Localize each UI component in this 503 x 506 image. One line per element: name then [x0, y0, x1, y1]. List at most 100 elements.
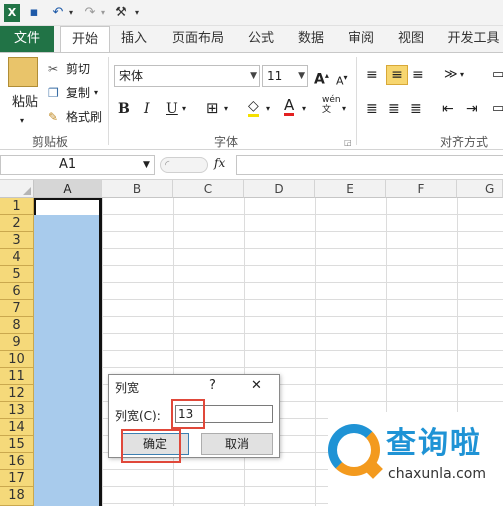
row-header[interactable]: 15: [0, 436, 34, 453]
column-header-a[interactable]: A: [34, 180, 102, 198]
copy-dropdown-icon[interactable]: ▾: [94, 83, 98, 103]
decrease-indent-icon[interactable]: ⇤: [442, 99, 454, 119]
tab-data[interactable]: 数据: [294, 26, 328, 52]
row-header[interactable]: 4: [0, 249, 34, 266]
row-header[interactable]: 8: [0, 317, 34, 334]
ok-highlight-box: [121, 429, 181, 463]
column-header-d[interactable]: D: [244, 180, 315, 198]
alignment-group-label: 对齐方式: [439, 135, 488, 149]
row-header[interactable]: 13: [0, 402, 34, 419]
ribbon-tabs: 文件 开始 插入 页面布局 公式 数据 审阅 视图 开发工具: [0, 26, 503, 53]
fill-color-icon[interactable]: ◇: [248, 98, 259, 117]
customize-qat-dropdown-icon[interactable]: ▾: [132, 4, 142, 22]
redo-dropdown-icon[interactable]: ▾: [98, 4, 108, 22]
underline-button[interactable]: U: [166, 99, 178, 119]
selected-column-a[interactable]: [34, 198, 102, 506]
format-painter-button[interactable]: 格式刷: [66, 107, 102, 127]
border-dropdown-icon[interactable]: ▾: [224, 99, 228, 119]
grow-font-icon[interactable]: A▴: [314, 66, 329, 90]
copy-icon: ❐: [48, 86, 59, 100]
align-middle-icon[interactable]: ≡: [386, 65, 408, 85]
fill-color-dropdown-icon[interactable]: ▾: [266, 99, 270, 119]
font-size-combo[interactable]: 11 ▼: [262, 65, 308, 87]
excel-logo-icon: X: [4, 4, 20, 22]
column-header-e[interactable]: E: [315, 180, 386, 198]
align-top-icon[interactable]: ≡: [366, 65, 378, 85]
underline-dropdown-icon[interactable]: ▾: [182, 99, 186, 119]
row-header[interactable]: 2: [0, 215, 34, 232]
row-header[interactable]: 16: [0, 453, 34, 470]
phonetic-dropdown-icon[interactable]: ▾: [342, 99, 346, 119]
tab-home[interactable]: 开始: [60, 26, 110, 53]
formula-input[interactable]: [236, 155, 503, 175]
formula-bar: A1 ▼ ◜ fx: [0, 150, 503, 180]
paste-button[interactable]: 粘贴: [12, 93, 38, 113]
align-center-icon[interactable]: ≣: [388, 99, 400, 119]
column-width-dialog: 列宽 ? ✕ 列宽(C): 13 确定 取消: [108, 374, 280, 463]
row-header[interactable]: 12: [0, 385, 34, 402]
tab-formulas[interactable]: 公式: [244, 26, 278, 52]
border-icon[interactable]: ⊞: [206, 98, 219, 118]
insert-function-button[interactable]: fx: [214, 156, 225, 170]
active-cell-a1[interactable]: [34, 198, 102, 215]
column-header-g[interactable]: G: [457, 180, 503, 198]
redo-icon[interactable]: ↷: [82, 4, 98, 22]
row-header[interactable]: 3: [0, 232, 34, 249]
tab-developer[interactable]: 开发工具: [444, 26, 503, 52]
row-header[interactable]: 7: [0, 300, 34, 317]
font-name-value: 宋体: [119, 69, 144, 83]
font-name-combo[interactable]: 宋体 ▼: [114, 65, 260, 87]
row-header[interactable]: 17: [0, 470, 34, 487]
tab-insert[interactable]: 插入: [116, 26, 152, 52]
align-bottom-icon[interactable]: ≡: [412, 65, 424, 85]
cancel-button[interactable]: 取消: [201, 433, 273, 455]
select-all-corner[interactable]: [0, 180, 34, 198]
row-header[interactable]: 9: [0, 334, 34, 351]
italic-button[interactable]: I: [144, 99, 150, 119]
font-color-dropdown-icon[interactable]: ▾: [302, 99, 306, 119]
quick-access-toolbar: X ▪ ↶ ▾ ↷ ▾ ⚒ ▾: [0, 0, 503, 26]
merge-center-icon[interactable]: ▭: [492, 99, 503, 119]
increase-indent-icon[interactable]: ⇥: [466, 99, 478, 119]
help-button[interactable]: ?: [209, 378, 216, 393]
paste-dropdown-icon[interactable]: ▾: [20, 111, 24, 131]
row-header[interactable]: 11: [0, 368, 34, 385]
column-header-c[interactable]: C: [173, 180, 244, 198]
formula-splitter[interactable]: ◜: [160, 157, 208, 173]
chevron-down-icon: ▼: [143, 160, 150, 170]
align-right-icon[interactable]: ≣: [410, 99, 422, 119]
column-header-f[interactable]: F: [386, 180, 457, 198]
wrap-text-icon[interactable]: ▭: [492, 65, 503, 85]
tab-page-layout[interactable]: 页面布局: [170, 26, 226, 52]
close-icon[interactable]: ✕: [251, 378, 262, 393]
brand-domain: chaxunla.com: [388, 466, 486, 482]
shrink-font-icon[interactable]: A▾: [336, 68, 348, 92]
row-header[interactable]: 6: [0, 283, 34, 300]
row-header[interactable]: 10: [0, 351, 34, 368]
cut-button[interactable]: 剪切: [66, 59, 90, 79]
row-header[interactable]: 14: [0, 419, 34, 436]
align-left-icon[interactable]: ≣: [366, 99, 378, 119]
column-header-b[interactable]: B: [102, 180, 173, 198]
save-icon[interactable]: ▪: [26, 4, 42, 22]
font-color-icon[interactable]: A: [284, 97, 295, 116]
paste-icon[interactable]: [8, 57, 38, 87]
tab-view[interactable]: 视图: [394, 26, 428, 52]
row-header[interactable]: 18: [0, 487, 34, 506]
tab-review[interactable]: 审阅: [344, 26, 378, 52]
bold-button[interactable]: B: [118, 99, 130, 119]
copy-button[interactable]: 复制: [66, 83, 90, 103]
watermark-logo: 查询啦 chaxunla.com: [328, 412, 503, 506]
orientation-icon[interactable]: ≫: [444, 65, 458, 85]
tools-icon[interactable]: ⚒: [112, 4, 130, 22]
undo-icon[interactable]: ↶: [50, 4, 66, 22]
phonetic-guide-icon[interactable]: wén 文: [322, 95, 341, 115]
orientation-dropdown-icon[interactable]: ▾: [460, 65, 464, 85]
row-header[interactable]: 1: [0, 198, 34, 215]
undo-dropdown-icon[interactable]: ▾: [66, 4, 76, 22]
name-box[interactable]: A1 ▼: [0, 155, 155, 175]
tab-file[interactable]: 文件: [0, 26, 54, 52]
ribbon-home: 粘贴 ▾ ✂ 剪切 ❐ 复制 ▾ ✎ 格式刷 剪贴板 宋体 ▼ 11 ▼ A▴ A▾…: [0, 52, 503, 150]
row-header[interactable]: 5: [0, 266, 34, 283]
brand-name: 查询啦: [386, 426, 482, 461]
